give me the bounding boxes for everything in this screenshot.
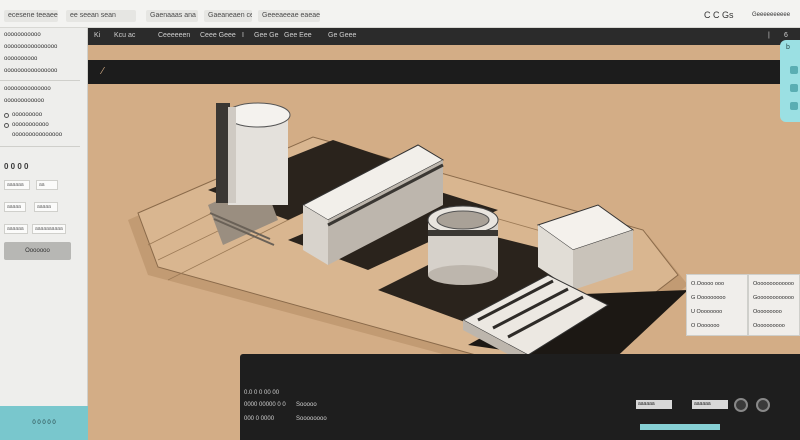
card-1-line: O Ooooooo [691,323,720,329]
settings-icon[interactable] [790,84,798,92]
radio-option-1[interactable] [4,113,9,118]
browser-tab-3[interactable]: Gaenaaas ana [146,10,198,22]
toolbar-item-4[interactable]: Ceee Geee [200,32,236,39]
bottom-accent-bar [640,424,720,430]
building-1-side [216,103,230,203]
building-1-frame [228,107,236,203]
zoom-dial[interactable] [756,398,770,412]
info-card-2[interactable]: Ooooooooooooo Goooooooooooo Ooooooooo Oo… [748,274,800,336]
layers-icon[interactable] [790,66,798,74]
toolbar-item-3[interactable]: Ceeeeeen [158,32,190,39]
sidebar-item-1[interactable]: ooooooooooo [4,32,41,38]
toolbar-item-8[interactable]: Ge Geee [328,32,356,39]
right-floating-panel[interactable]: b [780,40,800,122]
toolbar-item-1[interactable]: Ki [94,32,100,39]
toolbar-item-5[interactable]: I [242,32,244,39]
sidebar-item-9: ooooooooooooooo [12,132,63,138]
sidebar-divider [0,80,80,81]
sidebar-field-5[interactable]: aaaaaa [4,224,28,234]
card-1-line: O.Ooooo ooo [691,281,725,287]
card-1-line: G Ooooooooo [691,295,726,301]
sidebar-item-5[interactable]: oooooooooooooo [4,86,51,92]
sidebar-item-4[interactable]: oooooooooooooooo [4,68,57,74]
info-card-1[interactable]: O.Ooooo ooo G Ooooooooo U Oooooooo O Ooo… [686,274,748,336]
bottom-panel-mid-line: Soooooooo [296,416,327,422]
building-1-body [228,115,288,205]
radio-option-2[interactable] [4,123,9,128]
browser-tab-2[interactable]: ee seean sean [66,10,136,22]
editor-toolbar: Ki Kcu ac Ceeeeeen Ceee Geee I Gee Ge Ge… [88,28,800,45]
card-1-line: U Oooooooo [691,309,723,315]
browser-tab-1[interactable]: ecesene teeaee [4,10,58,22]
toolbar-item-6[interactable]: Gee Ge [254,32,279,39]
sidebar-field-6[interactable]: aaaaaaaaaa [32,224,66,234]
bottom-control-panel: 0.0 0 0 00 00 0000 00000 0 0 000 0 0000 … [240,354,800,440]
card-2-line: Oooooooooo [753,323,785,329]
building-3-roof-ring [436,210,490,230]
sidebar-item-6[interactable]: oooooooooooo [4,98,44,104]
bottom-panel-field-1[interactable]: aaaaaa [636,400,672,409]
browser-action-icons[interactable]: C C Gs [704,10,734,20]
card-2-line: Goooooooooooo [753,295,794,301]
sidebar-field-4[interactable]: aaaaa [34,202,58,212]
sidebar-item-3[interactable]: oooooooooo [4,56,37,62]
bottom-panel-line: 0000 00000 0 0 [244,402,286,408]
card-2-line: Ooooooooooooo [753,281,794,287]
sidebar-field-1[interactable]: aaaaaa [4,180,30,190]
right-panel-label: b [786,44,790,51]
browser-tab-4[interactable]: Gaeaneaen ceoeesee [204,10,252,22]
card-2-line: Ooooooooo [753,309,782,315]
bottom-panel-line: 000 0 0000 [244,416,275,422]
browser-top-bar: ecesene teeaee ee seean sean Gaenaaas an… [0,0,800,28]
sidebar-field-3[interactable]: aaaaa [4,202,26,212]
browser-tab-5[interactable]: Geeeaeeae eaeaeane [258,10,320,22]
sidebar-item-7: ooooooooo [12,112,43,118]
building-3-colonnade [428,230,498,236]
sidebar-item-8: ooooooooooo [12,122,49,128]
sidebar-divider-2 [0,146,80,147]
sidebar-apply-button[interactable]: Ooooooo [4,242,71,260]
toolbar-item-7[interactable]: Gee Eee [284,32,312,39]
sidebar-item-2[interactable]: oooooooooooooooo [4,44,57,50]
bottom-panel-field-2[interactable]: aaaaaa [692,400,728,409]
browser-account-label[interactable]: Geeeeeeeeee [752,12,790,18]
render-icon[interactable] [790,102,798,110]
sidebar-section-title: 0 0 0 0 [4,162,29,171]
toolbar-item-2[interactable]: Kcu ac [114,32,135,39]
sidebar-footer-button[interactable]: 0 0 0 0 0 [0,406,88,440]
left-sidebar: ooooooooooo oooooooooooooooo oooooooooo … [0,28,88,440]
sidebar-field-2[interactable]: aa [36,180,58,190]
building-3-bottom [428,265,498,285]
bottom-panel-mid-line: Sooooo [296,402,317,408]
toolbar-right-item-2[interactable]: 6 [784,32,788,39]
rotate-dial[interactable] [734,398,748,412]
toolbar-right-item-1[interactable]: | [768,32,770,39]
bottom-panel-line: 0.0 0 0 00 00 [244,390,280,396]
